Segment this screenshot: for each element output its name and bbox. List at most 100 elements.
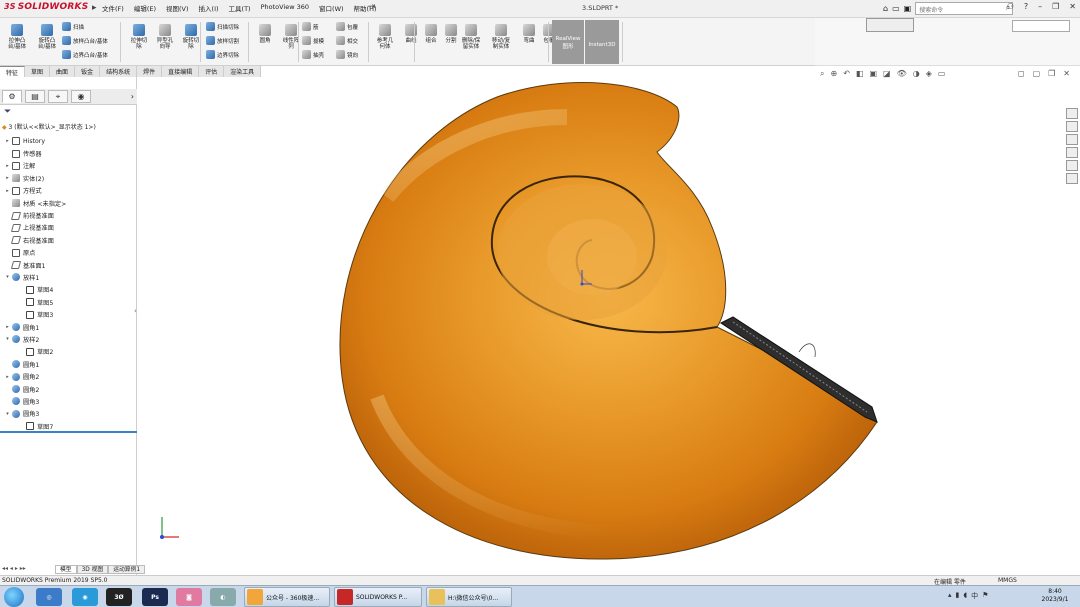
pin-menu-icon[interactable]: ⇥ xyxy=(368,2,376,12)
tree-node[interactable]: 草图2 xyxy=(0,346,137,358)
tray-volume-icon[interactable]: ◖ xyxy=(963,591,967,601)
expand-arrow-icon[interactable]: ▸ xyxy=(4,324,11,330)
custom-properties-icon[interactable] xyxy=(1066,173,1078,184)
taskbar-app-icon[interactable]: ◙ xyxy=(176,588,202,606)
tab-7[interactable]: 评估 xyxy=(199,66,225,77)
fillet-button[interactable]: 圆角 xyxy=(252,24,278,44)
command-button[interactable]: 放样凸台/基体 xyxy=(62,36,108,45)
tree-node[interactable]: 材质 <未指定> xyxy=(0,197,137,209)
viewport-restore-icon[interactable]: ❐ xyxy=(1048,69,1055,78)
command-button[interactable]: 拔模 xyxy=(302,36,324,45)
taskbar-app-icon[interactable]: ◉ xyxy=(72,588,98,606)
tree-node[interactable]: 右视基准面 xyxy=(0,234,137,246)
display-style-icon[interactable]: ◪ xyxy=(883,69,891,79)
tree-node[interactable]: 基准面1 xyxy=(0,259,137,271)
reference-geometry-button[interactable]: 参考几 何体 xyxy=(372,24,398,50)
tab-scroll-arrows[interactable]: ◂◂ ◂ ▸ ▸▸ xyxy=(2,565,26,572)
taskbar-window-button[interactable]: H:\微信公众号\0... xyxy=(426,587,512,607)
revolve-boss-button[interactable]: 旋转凸 台/基体 xyxy=(34,24,60,50)
tree-node[interactable]: 草图4 xyxy=(0,284,137,296)
command-button[interactable]: 镜向 xyxy=(336,50,358,59)
expand-arrow-icon[interactable]: ▾ xyxy=(4,411,11,417)
select-dropdown[interactable] xyxy=(866,18,914,32)
command-button[interactable]: 抽壳 xyxy=(302,50,324,59)
command-button[interactable]: 边界凸台/基体 xyxy=(62,50,108,59)
menu-item[interactable]: 文件(F) xyxy=(102,3,124,13)
tree-node[interactable]: ▸ History xyxy=(0,135,137,147)
photoshop-icon[interactable]: Ps xyxy=(142,588,168,606)
expand-arrow-icon[interactable]: ▸ xyxy=(4,163,11,169)
command-button[interactable]: 相交 xyxy=(336,36,358,45)
tree-node[interactable]: ▸ 实体(2) xyxy=(0,172,137,184)
tree-node[interactable]: 圆角1 xyxy=(0,358,137,370)
tree-node[interactable]: ▸ 圆角2 xyxy=(0,370,137,382)
expand-arrow-icon[interactable]: ▾ xyxy=(4,274,11,280)
taskbar-window-button[interactable]: 公众号 - 360极速... xyxy=(244,587,330,607)
tab-0[interactable]: 特征 xyxy=(0,66,26,77)
new-icon[interactable]: ▭ xyxy=(892,4,900,13)
view-settings-icon[interactable]: ▭ xyxy=(938,69,946,79)
tree-node[interactable]: 原点 xyxy=(0,247,137,259)
tab-4[interactable]: 结构系统 xyxy=(100,66,138,77)
open-icon[interactable]: ▣ xyxy=(904,4,912,13)
tray-ime-icon[interactable]: 中 xyxy=(971,591,978,601)
tree-node[interactable]: 前视基准面 xyxy=(0,209,137,221)
solidworks-logo[interactable]: 3S SOLIDWORKS xyxy=(4,2,88,16)
taskbar-app-icon[interactable]: ◐ xyxy=(210,588,236,606)
tree-node[interactable]: 圆角3 xyxy=(0,395,137,407)
tab-8[interactable]: 渲染工具 xyxy=(224,66,262,77)
menu-item[interactable]: 窗口(W) xyxy=(319,3,344,13)
tree-node[interactable]: ▸ 注解 xyxy=(0,160,137,172)
tray-flag-icon[interactable]: ⚑ xyxy=(982,591,988,601)
feature-tree-tab-icon[interactable]: ⚙ xyxy=(2,90,22,103)
tab-1[interactable]: 草图 xyxy=(25,66,51,77)
tab-3[interactable]: 钣金 xyxy=(75,66,101,77)
zoom-area-icon[interactable]: ⊕ xyxy=(830,69,837,79)
tree-node[interactable]: ▾ 放样1 xyxy=(0,271,137,283)
tree-node[interactable]: ▾ 圆角3 xyxy=(0,408,137,420)
tree-node[interactable]: ▾ 放样2 xyxy=(0,333,137,345)
viewport-close-icon[interactable]: ✕ xyxy=(1063,69,1070,78)
hole-wizard-button[interactable]: 异型孔 向导 xyxy=(152,24,178,50)
previous-view-icon[interactable]: ↶ xyxy=(843,69,850,79)
command-button[interactable]: 包覆 xyxy=(336,22,358,31)
tree-node[interactable]: 草图3 xyxy=(0,308,137,320)
config-manager-tab-icon[interactable]: ⌖ xyxy=(48,90,68,103)
tab-2[interactable]: 曲面 xyxy=(50,66,76,77)
scene-icon[interactable]: ◈ xyxy=(926,69,932,79)
expand-arrow-icon[interactable]: ▸ xyxy=(4,175,11,181)
appearances-icon[interactable] xyxy=(1066,160,1078,171)
command-button[interactable]: 筋 xyxy=(302,22,319,31)
solidworks-resources-icon[interactable] xyxy=(1066,108,1078,119)
tray-shield-icon[interactable]: ▴ xyxy=(948,591,952,601)
realview-button[interactable]: RealView 图形 xyxy=(552,20,584,64)
extrude-boss-button[interactable]: 拉伸凸 台/基体 xyxy=(4,24,30,50)
section-view-icon[interactable]: ◧ xyxy=(856,69,864,79)
filter-icon[interactable]: ⏷ xyxy=(4,107,11,117)
bottom-tab-0[interactable]: 模型 xyxy=(55,565,77,574)
appearance-icon[interactable]: ◑ xyxy=(913,69,920,79)
user-icon[interactable]: ⚇ xyxy=(1007,2,1014,11)
status-units[interactable]: MMGS xyxy=(998,577,1017,584)
close-button[interactable]: ✕ xyxy=(1069,2,1076,11)
expand-arrow-icon[interactable]: ▸ xyxy=(4,138,11,144)
tree-node[interactable]: 传感器 xyxy=(0,147,137,159)
menu-expand-arrow-icon[interactable]: ▸ xyxy=(92,3,97,13)
graphics-area[interactable] xyxy=(137,77,1080,563)
tab-6[interactable]: 直接编辑 xyxy=(162,66,200,77)
tree-root[interactable]: ◆ 3 (默认<<默认>_显示状态 1>) xyxy=(2,122,96,131)
view-orientation-icon[interactable]: ▣ xyxy=(869,69,877,79)
model-viewport[interactable] xyxy=(137,77,1080,563)
file-explorer-icon[interactable] xyxy=(1066,134,1078,145)
extrude-cut-button[interactable]: 拉伸切 除 xyxy=(126,24,152,50)
appearance-tab-icon[interactable]: ◉ xyxy=(71,90,91,103)
instant3d-button[interactable]: Instant3D xyxy=(585,20,619,64)
menu-item[interactable]: 工具(T) xyxy=(229,3,251,13)
hide-show-icon[interactable]: 👁 xyxy=(897,69,907,79)
taskbar-app-icon[interactable]: ◎ xyxy=(36,588,62,606)
tree-node[interactable]: 草图5 xyxy=(0,296,137,308)
viewport-split-icon[interactable]: ▢ xyxy=(1033,69,1041,78)
panel-more-icon[interactable]: › xyxy=(131,92,134,101)
expand-arrow-icon[interactable]: ▾ xyxy=(4,336,11,342)
tree-node[interactable]: 上视基准面 xyxy=(0,222,137,234)
